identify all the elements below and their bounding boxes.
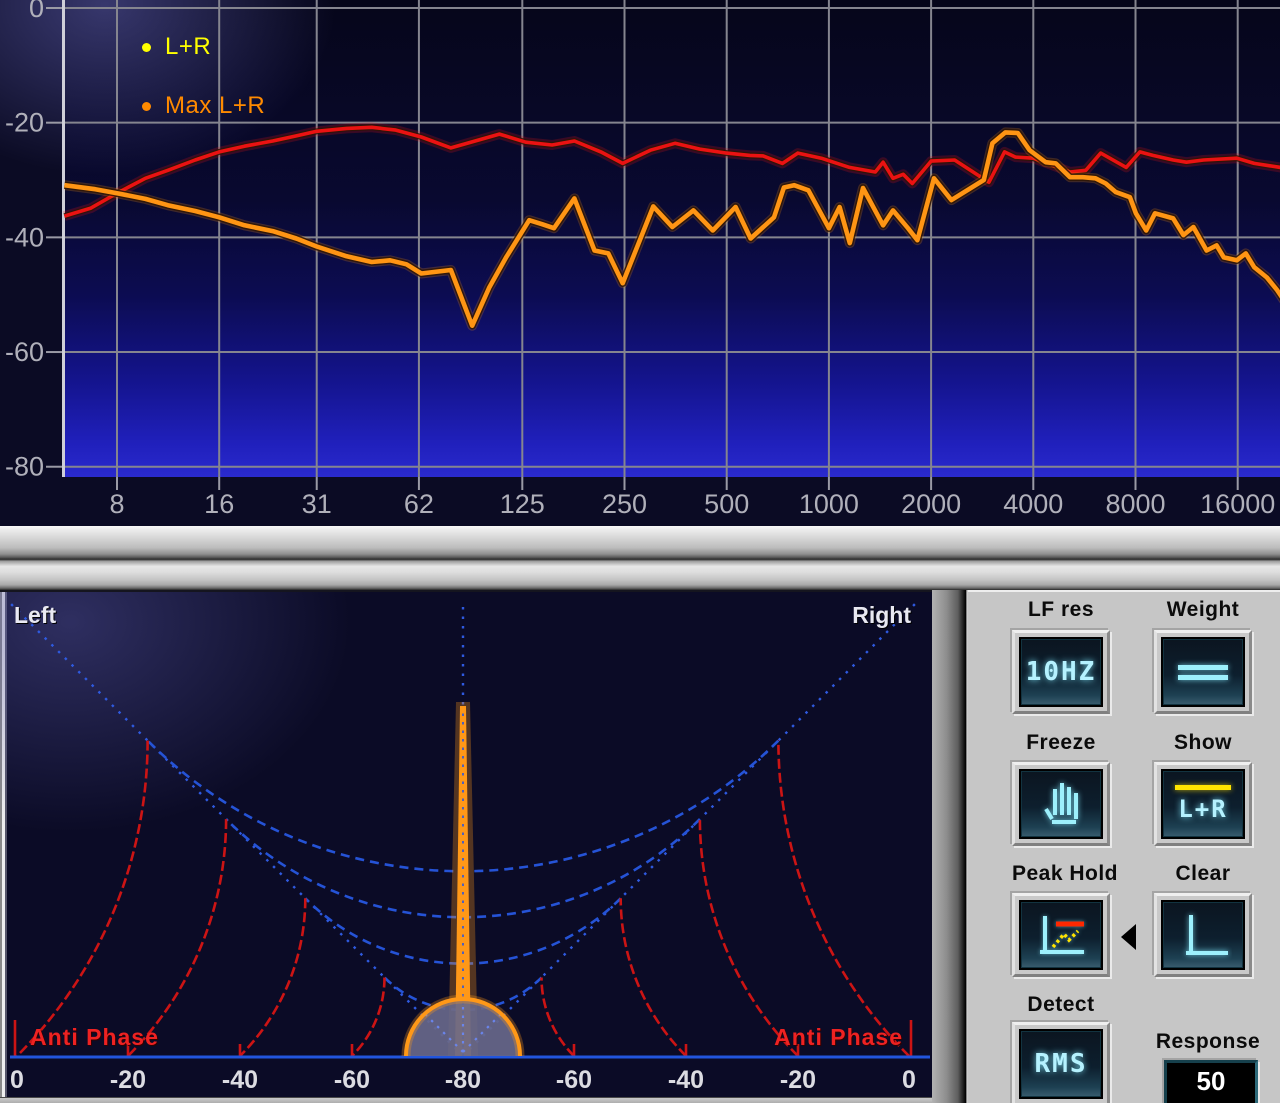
svg-text:-40: -40 [222, 1066, 258, 1094]
legend-dot-icon [142, 42, 151, 52]
paz-analyzer-window: 8 16 31 62 125 250 500 1000 2000 4000 8000 16000 0 -2… [0, 0, 1280, 1103]
svg-text:0: 0 [10, 1066, 24, 1094]
left-channel-label: Left [14, 602, 57, 628]
response-label: Response [1155, 1030, 1261, 1053]
legend-item: Max L+R [142, 89, 265, 123]
x-axis-labels: 8 16 31 62 125 250 500 1000 2000 4000 8000 16000 [109, 489, 1275, 519]
response-field[interactable]: 50 [1164, 1060, 1258, 1103]
show-line-icon [1175, 785, 1231, 790]
axes-graph-icon [1186, 915, 1228, 955]
svg-text:62: 62 [404, 489, 434, 519]
svg-text:2000: 2000 [901, 489, 961, 519]
svg-text:16000: 16000 [1200, 489, 1275, 519]
svg-text:-80: -80 [445, 1066, 481, 1094]
clear-button[interactable] [1154, 893, 1252, 977]
svg-text:-80: -80 [5, 452, 44, 482]
spectrum-legend: L+R Max L+R [142, 30, 265, 148]
peak-hold-graph-icon [1040, 916, 1084, 954]
spectrum-analyzer-panel: 8 16 31 62 125 250 500 1000 2000 4000 8000 16000 0 -2… [0, 0, 1280, 526]
response-value: 50 [1196, 1066, 1226, 1096]
svg-text:-40: -40 [5, 222, 44, 252]
detect-label: Detect [1027, 993, 1095, 1016]
goniometer-scale-labels: 0 -20 -40 -60 -80 -60 -40 -20 0 [10, 1066, 916, 1094]
weight-icon [1161, 637, 1245, 707]
svg-text:-60: -60 [334, 1066, 370, 1094]
svg-text:500: 500 [704, 489, 749, 519]
svg-text:-60: -60 [5, 337, 44, 367]
goniometer-panel: 0 -20 -40 -60 -80 -60 -40 -20 0 Left Right Anti … [0, 590, 935, 1103]
lf-res-value: 10HZ [1025, 657, 1097, 687]
svg-text:-20: -20 [780, 1066, 816, 1094]
peak-hold-label: Peak Hold [1011, 862, 1119, 885]
detect-button[interactable]: RMS [1012, 1022, 1110, 1103]
weight-button[interactable] [1154, 630, 1252, 714]
show-label: Show [1174, 731, 1232, 754]
weight-label: Weight [1166, 598, 1240, 621]
svg-text:4000: 4000 [1003, 489, 1063, 519]
legend-item: L+R [142, 30, 265, 64]
svg-text:125: 125 [500, 489, 545, 519]
legend-label: Max L+R [165, 92, 266, 119]
legend-dot-icon [142, 101, 151, 111]
svg-text:0: 0 [29, 0, 44, 23]
anti-phase-label-right: Anti Phase [774, 1024, 903, 1050]
svg-text:16: 16 [204, 489, 234, 519]
panel-separator [932, 590, 968, 1103]
lf-res-label: LF res [1027, 598, 1095, 621]
svg-text:1000: 1000 [799, 489, 859, 519]
svg-text:8: 8 [109, 489, 124, 519]
svg-text:-20: -20 [110, 1066, 146, 1094]
clear-label: Clear [1175, 862, 1231, 885]
freeze-button[interactable] [1012, 762, 1110, 846]
arrow-left-icon [1121, 924, 1136, 950]
goniometer-bottom-edge [0, 1097, 935, 1103]
show-button[interactable]: L+R [1154, 762, 1252, 846]
legend-label: L+R [165, 33, 212, 60]
peak-hold-button[interactable] [1012, 893, 1110, 977]
freeze-label: Freeze [1026, 731, 1096, 754]
control-panel: LF res Weight 10HZ Freeze Show L+R Peak … [968, 590, 1280, 1103]
svg-text:-40: -40 [668, 1066, 704, 1094]
svg-text:-60: -60 [556, 1066, 592, 1094]
show-value: L+R [1178, 795, 1228, 823]
detect-value: RMS [1034, 1049, 1088, 1079]
lf-res-button[interactable]: 10HZ [1012, 630, 1110, 714]
anti-phase-label-left: Anti Phase [30, 1024, 159, 1050]
panel-divider [0, 526, 1280, 590]
svg-text:31: 31 [302, 489, 332, 519]
svg-text:-20: -20 [5, 108, 44, 138]
hand-icon [1044, 783, 1078, 824]
svg-text:0: 0 [902, 1066, 916, 1094]
svg-text:8000: 8000 [1105, 489, 1165, 519]
right-channel-label: Right [852, 602, 911, 628]
goniometer-display: 0 -20 -40 -60 -80 -60 -40 -20 0 [0, 592, 932, 1097]
svg-text:250: 250 [602, 489, 647, 519]
